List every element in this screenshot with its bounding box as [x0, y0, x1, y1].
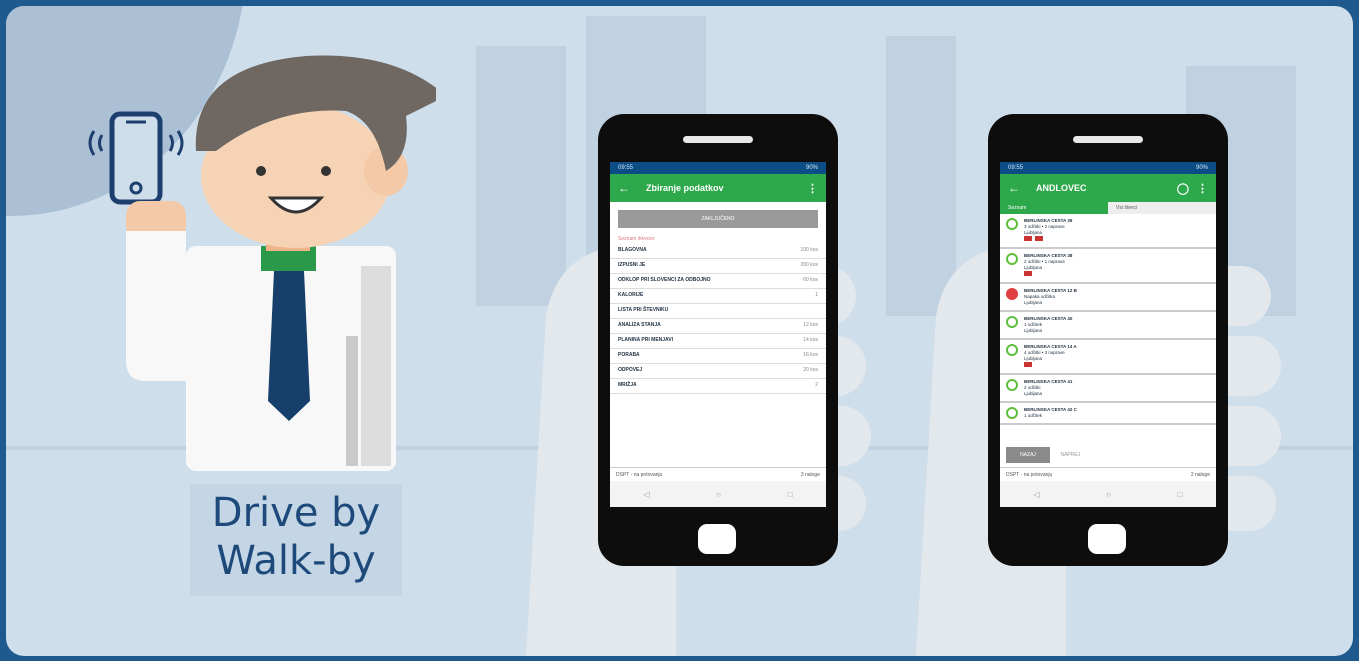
speaker: [683, 136, 753, 143]
status-battery: 90%: [1195, 165, 1208, 171]
footer-left-text: DSPT - na potovanju: [616, 471, 663, 478]
caption-line-2: Walk-by: [216, 538, 376, 584]
speaker: [1073, 136, 1143, 143]
phone-signal-icon: [88, 111, 184, 205]
home-button[interactable]: [698, 524, 736, 554]
status-ok-icon: [1006, 344, 1018, 356]
list-item[interactable]: BERLINSKA CESTA 42 C1 odčitek: [1000, 403, 1216, 425]
phone-right: 09:55 90% ← ANDLOVEC ◯ ⋮ Seznam Vsi štev…: [988, 114, 1228, 566]
back-arrow-icon[interactable]: ←: [1008, 181, 1026, 195]
more-vert-icon[interactable]: ⋮: [1197, 182, 1208, 195]
status-ok-icon: [1006, 316, 1018, 328]
tab-bar: Seznam Vsi števci: [1000, 202, 1216, 214]
footer-right-text: 2 naloge: [1190, 471, 1210, 478]
phone-right-screen: 09:55 90% ← ANDLOVEC ◯ ⋮ Seznam Vsi štev…: [1000, 162, 1216, 507]
caption-box: Drive by Walk-by: [190, 484, 402, 596]
back-button[interactable]: NAZAJ: [1006, 447, 1050, 463]
status-bar: 09:55 90%: [1000, 162, 1216, 174]
android-nav-bar: ◁ ○ □: [1000, 481, 1216, 507]
status-time: 09:55: [1008, 165, 1024, 171]
home-button[interactable]: [1088, 524, 1126, 554]
meter-icon: [1035, 236, 1043, 241]
footer-left-text: DSPT - na potovanju: [1006, 471, 1053, 478]
status-ok-icon: [1006, 379, 1018, 391]
nav-home-icon[interactable]: ○: [1106, 490, 1111, 499]
nav-back-icon[interactable]: ◁: [643, 490, 649, 499]
footer-bar: DSPT - na potovanju 2 naloge: [1000, 467, 1216, 481]
app-title: ANDLOVEC: [1036, 183, 1087, 193]
caption-line-1: Drive by: [211, 490, 381, 536]
list-item[interactable]: BERLINSKA CESTA 36 3 odčitki • 2 naprave L…: [1000, 214, 1216, 249]
status-error-icon: [1006, 288, 1018, 300]
nav-recents-icon[interactable]: □: [1178, 490, 1183, 499]
status-ok-icon: [1006, 407, 1018, 419]
meter-icon: [1024, 271, 1032, 276]
chat-icon[interactable]: ◯: [1177, 182, 1189, 195]
nav-home-icon[interactable]: ○: [716, 490, 721, 499]
list-item[interactable]: BERLINSKA CESTA 40 1 odčitek Ljubljana: [1000, 312, 1216, 340]
next-button[interactable]: NAPREJ: [1060, 452, 1080, 458]
tab-all-meters[interactable]: Vsi števci: [1108, 202, 1216, 214]
address-list: BERLINSKA CESTA 36 3 odčitki • 2 naprave L…: [1000, 214, 1216, 425]
nav-back-icon[interactable]: ◁: [1033, 490, 1039, 499]
status-time: 09:55: [618, 165, 634, 171]
tab-list[interactable]: Seznam: [1000, 202, 1108, 214]
list-item[interactable]: BERLINSKA CESTA 12 B Napaka odčitka Ljublj…: [1000, 284, 1216, 312]
app-bar: ← ANDLOVEC ◯ ⋮: [1000, 174, 1216, 202]
status-ok-icon: [1006, 218, 1018, 230]
meter-icon: [1024, 236, 1032, 241]
illustration-panel: Drive by Walk-by 09:55 90% ← Zbiranje po…: [6, 6, 1353, 656]
list-item[interactable]: BERLINSKA CESTA 41 2 odčitki Ljubljana: [1000, 375, 1216, 403]
back-arrow-icon[interactable]: ←: [618, 181, 636, 195]
walker-character: [88, 55, 436, 471]
list-item[interactable]: BERLINSKA CESTA 38 2 odčitki • 1 naprava L…: [1000, 249, 1216, 284]
meter-icon: [1024, 362, 1032, 367]
status-ok-icon: [1006, 253, 1018, 265]
list-item[interactable]: BERLINSKA CESTA 14 A4 odčitki • 3 naprav…: [1000, 340, 1216, 375]
